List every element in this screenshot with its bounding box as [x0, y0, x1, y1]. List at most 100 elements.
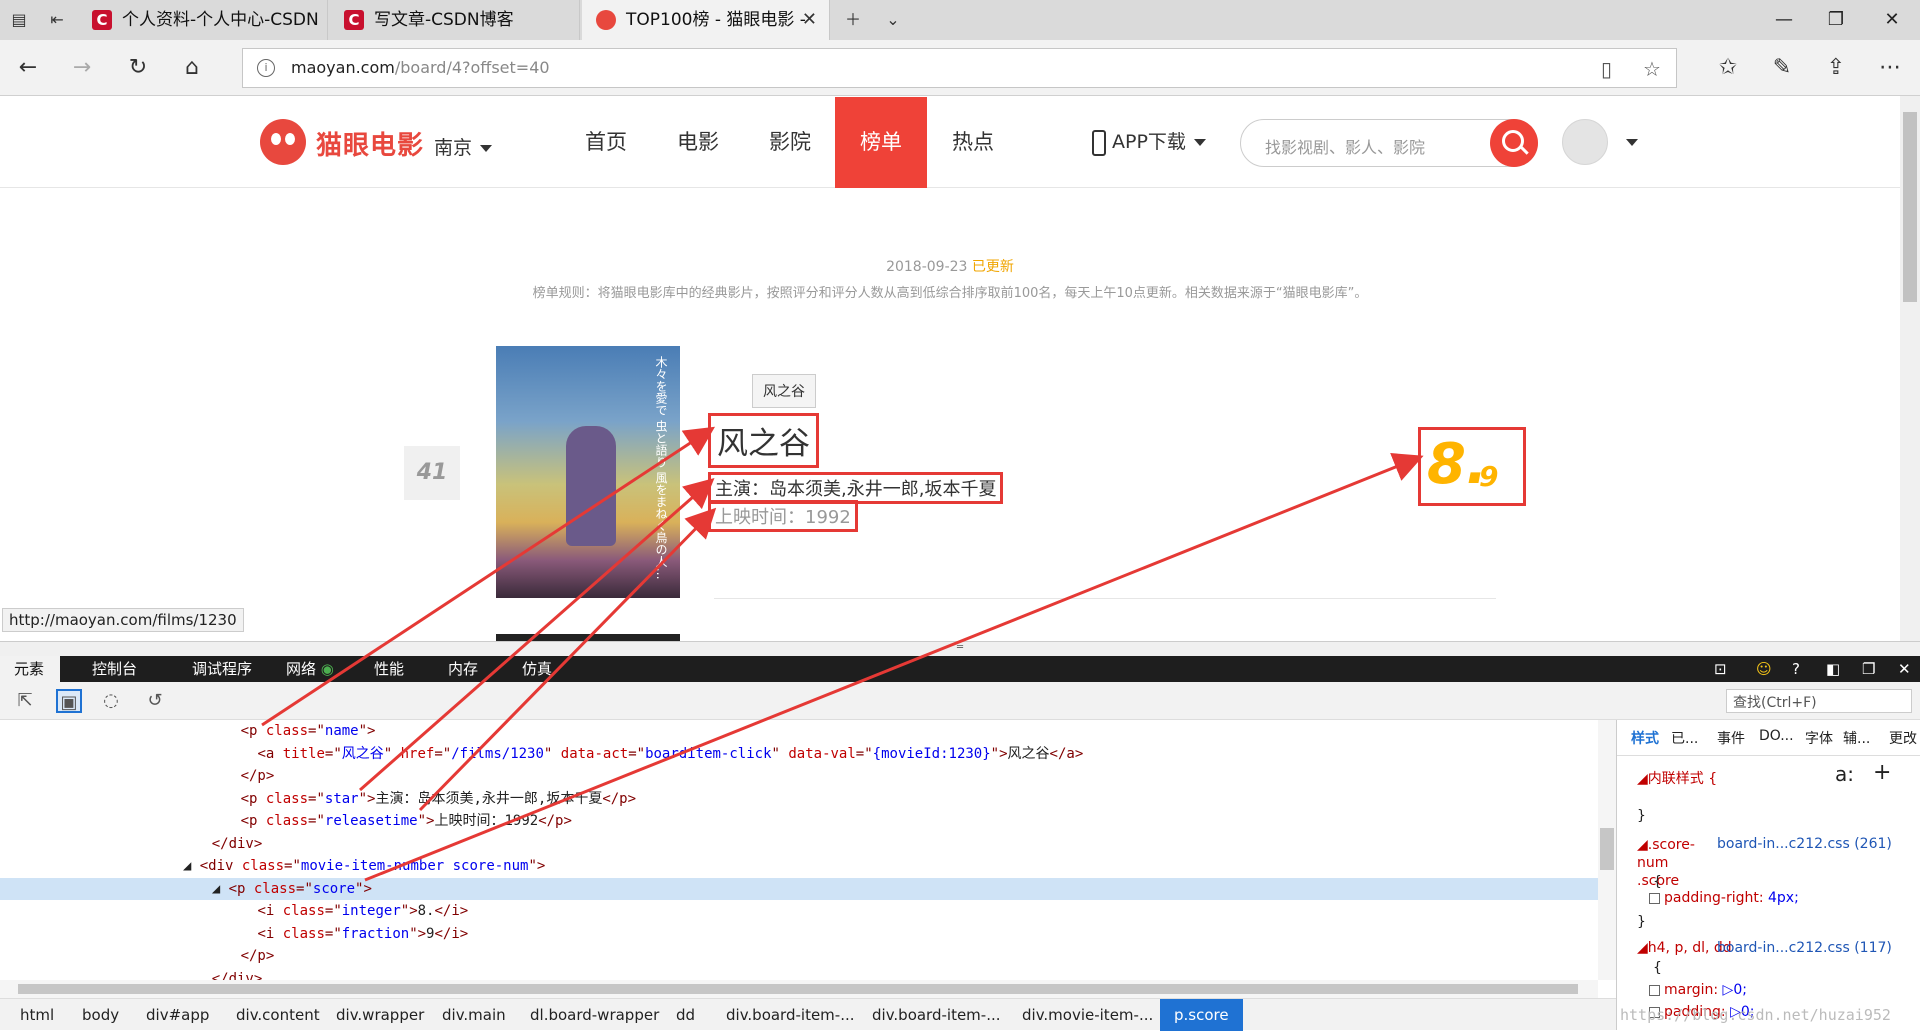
devtools-tab-emulation[interactable]: 仿真 [508, 656, 566, 682]
layout-icon[interactable]: ◌ [98, 689, 124, 713]
styles-tab-styles[interactable]: 样式 [1631, 728, 1659, 748]
site-logo[interactable]: 猫眼电影 [316, 125, 424, 162]
devtools-tab-network[interactable]: 网络 ◉ [272, 656, 348, 682]
set-aside-tabs-icon[interactable]: ⇤ [46, 9, 68, 31]
breadcrumb-item[interactable]: p.score [1160, 999, 1243, 1031]
tab-actions-icon[interactable]: ▤ [8, 9, 30, 31]
styles-tab-accessibility[interactable]: 辅... [1843, 728, 1870, 748]
breadcrumb-item[interactable]: div.wrapper [336, 999, 424, 1031]
devtools-tab-elements[interactable]: 元素 [0, 656, 60, 682]
browser-tab-2[interactable]: C 写文章-CSDN博客 [330, 0, 580, 40]
dom-node[interactable]: </div> [0, 968, 1598, 981]
inline-style-selector[interactable]: ◢内联样式 { [1637, 768, 1717, 788]
chevron-down-icon[interactable] [1626, 139, 1638, 146]
find-input[interactable]: 查找(Ctrl+F) [1726, 689, 1912, 713]
nav-cinemas[interactable]: 影院 [752, 97, 828, 188]
dom-node[interactable]: <i class="integer">8.</i> [0, 900, 1598, 923]
breadcrumb-item[interactable]: div.board-item-... [872, 999, 1001, 1031]
add-rule-icon[interactable]: + [1873, 760, 1891, 785]
web-note-icon[interactable]: ✎ [1766, 52, 1798, 84]
forward-icon[interactable]: → [66, 52, 98, 84]
site-info-icon[interactable]: i [257, 59, 275, 77]
dom-node[interactable]: </p> [0, 945, 1598, 968]
rule1-source-link[interactable]: board-in...c212.css (261) [1717, 836, 1892, 852]
minimize-icon[interactable]: — [1756, 0, 1812, 40]
favorite-star-icon[interactable]: ☆ [1643, 57, 1661, 81]
breadcrumb-item[interactable]: div.movie-item-... [1022, 999, 1153, 1031]
avatar[interactable] [1562, 119, 1608, 165]
nav-board[interactable]: 榜单 [835, 97, 927, 188]
refresh-icon[interactable]: ↻ [122, 52, 154, 84]
close-devtools-icon[interactable]: ✕ [1884, 656, 1920, 682]
checkbox[interactable] [1649, 984, 1660, 996]
close-window-icon[interactable]: ✕ [1864, 0, 1920, 40]
refresh-dom-icon[interactable]: ↺ [142, 689, 168, 713]
breadcrumb-item[interactable]: div.main [442, 999, 506, 1031]
styles-tab-changes[interactable]: 更改 [1889, 728, 1917, 748]
devtools-tab-memory[interactable]: 内存 [434, 656, 492, 682]
help-icon[interactable]: ? [1778, 656, 1814, 682]
breadcrumb-item[interactable]: div#app [146, 999, 209, 1031]
restore-icon[interactable]: ❐ [1808, 0, 1864, 40]
highlight-box-icon[interactable]: ▣ [56, 689, 82, 713]
pseudo-state-icon[interactable]: a: [1835, 762, 1854, 786]
dom-node[interactable]: ◢ <div class="movie-item-number score-nu… [0, 855, 1598, 878]
devtools-tab-console[interactable]: 控制台 [78, 656, 151, 682]
scrollbar-thumb[interactable] [1903, 112, 1917, 302]
devtools-tab-performance[interactable]: 性能 [360, 656, 418, 682]
devtools-resizer[interactable]: ═ [0, 641, 1920, 656]
nav-home[interactable]: 首页 [568, 97, 644, 188]
more-icon[interactable]: ⋯ [1874, 52, 1906, 84]
reading-view-icon[interactable]: ▯ [1601, 57, 1612, 81]
dom-tree-hscrollbar[interactable] [0, 980, 1598, 998]
breadcrumb-item[interactable]: body [82, 999, 119, 1031]
dom-node[interactable]: </div> [0, 833, 1598, 856]
styles-tab-computed[interactable]: 已... [1671, 728, 1698, 748]
close-tab-icon[interactable]: ✕ [802, 0, 817, 40]
dom-node[interactable]: <p class="star">主演：岛本须美,永井一郎,坂本千夏</p> [0, 788, 1598, 811]
share-icon[interactable]: ⇪ [1820, 52, 1852, 84]
dom-node[interactable]: <i class="fraction">9</i> [0, 923, 1598, 946]
movie-name-link[interactable]: 风之谷 [708, 413, 819, 468]
dom-node-selected[interactable]: ◢ <p class="score"> [0, 877, 1598, 900]
dom-node[interactable]: </p> [0, 765, 1598, 788]
select-element-icon[interactable]: ⇱ [12, 689, 38, 713]
breadcrumb-item[interactable]: div.content [236, 999, 320, 1031]
back-icon[interactable]: ← [12, 52, 44, 84]
movie-poster[interactable]: 木々を愛で 虫と語り 風をまねく鳥の人… [496, 346, 680, 598]
browser-tab-3-active[interactable]: TOP100榜 - 猫眼电影 - ✕ [582, 0, 830, 40]
dom-tree[interactable]: <p class="name"> <a title="风之谷" href="/f… [0, 720, 1598, 980]
home-icon[interactable]: ⌂ [176, 52, 208, 84]
breadcrumb-item[interactable]: dd [676, 999, 695, 1031]
search-box[interactable]: 找影视剧、影人、影院 [1240, 119, 1538, 167]
styles-tab-fonts[interactable]: 字体 [1805, 728, 1833, 748]
console-toggle-icon[interactable]: ⊡ [1700, 656, 1741, 682]
city-selector[interactable]: 南京 [434, 133, 493, 160]
favorites-hub-icon[interactable]: ✩ [1712, 52, 1744, 84]
maoyan-logo-icon[interactable] [260, 119, 306, 165]
breadcrumb-item[interactable]: dl.board-wrapper [530, 999, 659, 1031]
tab-preview-chevron-icon[interactable]: ⌄ [882, 9, 904, 31]
devtools-tab-debugger[interactable]: 调试程序 [178, 656, 266, 682]
rule2-declaration-margin[interactable]: margin: ▷0; [1649, 982, 1747, 998]
scrollbar-thumb[interactable] [18, 984, 1578, 994]
nav-movies[interactable]: 电影 [660, 97, 736, 188]
scrollbar-thumb[interactable] [1600, 828, 1614, 870]
breadcrumb-item[interactable]: html [20, 999, 54, 1031]
address-bar[interactable]: i maoyan.com/board/4?offset=40 ▯ ☆ [242, 48, 1677, 88]
dom-tree-scrollbar[interactable] [1598, 720, 1616, 980]
dom-node[interactable]: <p class="releasetime">上映时间：1992</p> [0, 810, 1598, 833]
breadcrumb-item[interactable]: div.board-item-... [726, 999, 855, 1031]
styles-tab-dom[interactable]: DO... [1759, 728, 1794, 744]
app-download[interactable]: APP下载 [1092, 127, 1206, 156]
new-tab-icon[interactable]: ＋ [842, 9, 864, 31]
search-input[interactable]: 找影视剧、影人、影院 [1265, 134, 1425, 158]
rule2-source-link[interactable]: board-in...c212.css (117) [1717, 940, 1892, 956]
checkbox[interactable] [1649, 892, 1660, 904]
search-icon[interactable] [1490, 119, 1538, 167]
nav-hot[interactable]: 热点 [935, 97, 1011, 188]
browser-tab-1[interactable]: C 个人资料-个人中心-CSDN [78, 0, 328, 40]
dom-node[interactable]: <a title="风之谷" href="/films/1230" data-a… [0, 743, 1598, 766]
page-scrollbar[interactable] [1900, 96, 1920, 641]
dom-node[interactable]: <p class="name"> [0, 720, 1598, 743]
